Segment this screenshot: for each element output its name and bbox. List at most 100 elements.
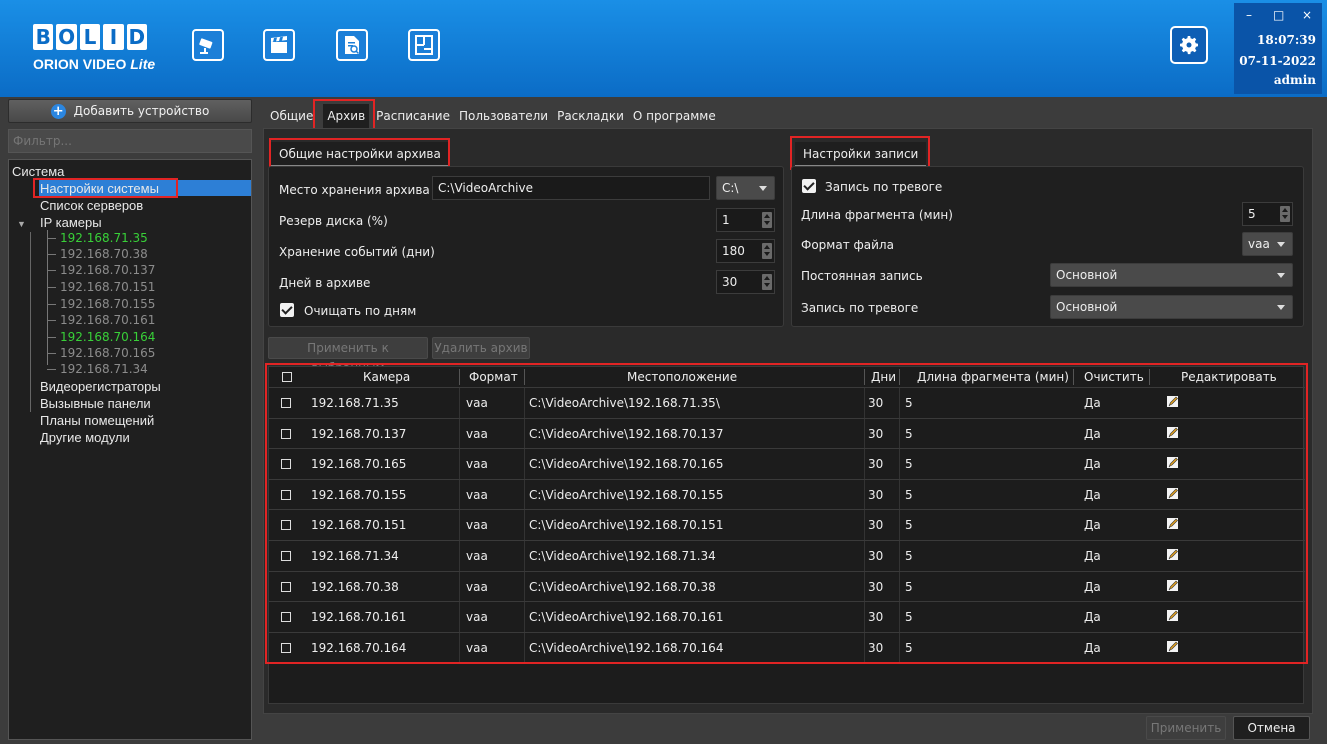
- storage-path-field[interactable]: C:\VideoArchive: [432, 176, 710, 200]
- cell-format: vaa: [466, 610, 488, 625]
- tree-camera-item[interactable]: 192.168.70.151: [60, 280, 155, 295]
- col-edit[interactable]: Редактировать: [1181, 370, 1277, 384]
- col-clean[interactable]: Очистить: [1084, 370, 1144, 384]
- delete-archive-button[interactable]: Удалить архив: [432, 337, 530, 359]
- column-separator: [524, 571, 525, 602]
- tree-camera-item[interactable]: 192.168.70.155: [60, 297, 155, 312]
- format-label: Формат файла: [801, 238, 894, 252]
- col-fragment[interactable]: Длина фрагмента (мин): [917, 370, 1069, 384]
- row-checkbox[interactable]: [281, 489, 291, 500]
- tab-archive[interactable]: Архив: [323, 104, 370, 128]
- spin-arrows-icon[interactable]: [762, 243, 772, 259]
- table-row[interactable]: 192.168.70.165 vaa C:\VideoArchive\192.168…: [269, 448, 1305, 480]
- layout-plan-icon[interactable]: [408, 29, 440, 61]
- edit-icon[interactable]: [1166, 394, 1180, 408]
- row-checkbox[interactable]: [281, 581, 291, 592]
- maximize-button[interactable]: □: [1273, 8, 1284, 22]
- spin-arrows-icon[interactable]: [762, 274, 772, 290]
- row-checkbox[interactable]: [281, 612, 291, 623]
- tree-camera-item[interactable]: 192.168.70.38: [60, 247, 148, 262]
- fragment-spinbox[interactable]: 5: [1242, 202, 1293, 226]
- tree-camera-item[interactable]: 192.168.70.165: [60, 346, 155, 361]
- edit-icon[interactable]: [1166, 608, 1180, 622]
- row-checkbox[interactable]: [281, 428, 291, 439]
- select-all-checkbox[interactable]: [282, 372, 292, 382]
- spin-arrows-icon[interactable]: [762, 212, 772, 228]
- table-row[interactable]: 192.168.70.164 vaa C:\VideoArchive\192.168…: [269, 631, 1305, 663]
- gear-icon[interactable]: [1170, 26, 1208, 64]
- column-separator: [864, 479, 865, 510]
- alarm-record-select[interactable]: Основной: [1050, 295, 1293, 319]
- edit-icon[interactable]: [1166, 486, 1180, 500]
- table-row[interactable]: 192.168.70.137 vaa C:\VideoArchive\192.168…: [269, 417, 1305, 449]
- tree-item-dvr[interactable]: Видеорегистраторы: [40, 379, 161, 394]
- tab-general[interactable]: Общие: [266, 104, 317, 128]
- row-checkbox[interactable]: [281, 520, 291, 531]
- tree-item-system[interactable]: Система: [12, 164, 64, 179]
- events-days-spinbox[interactable]: 180: [716, 239, 775, 263]
- tree-connector: [47, 230, 48, 365]
- column-separator: [899, 388, 900, 418]
- tree-camera-item[interactable]: 192.168.70.164: [60, 330, 155, 345]
- tree-connector: [47, 254, 56, 255]
- clapperboard-icon[interactable]: [263, 29, 295, 61]
- spin-arrows-icon[interactable]: [1280, 206, 1290, 222]
- tree-camera-item[interactable]: 192.168.71.34: [60, 362, 148, 377]
- tab-layouts[interactable]: Раскладки: [553, 104, 628, 128]
- apply-to-selected-button[interactable]: Применить к выбранным: [268, 337, 428, 375]
- tree-item-floor-plans[interactable]: Планы помещений: [40, 413, 154, 428]
- minimize-button[interactable]: –: [1246, 8, 1252, 22]
- cancel-button[interactable]: Отмена: [1233, 716, 1310, 740]
- reserve-spinbox[interactable]: 1: [716, 208, 775, 232]
- constant-record-select[interactable]: Основной: [1050, 263, 1293, 287]
- tree-camera-item[interactable]: 192.168.71.35: [60, 231, 148, 246]
- tree-item-server-list[interactable]: Список серверов: [40, 198, 143, 213]
- tab-schedule[interactable]: Расписание: [372, 104, 454, 128]
- collapse-arrow-icon[interactable]: ▼: [17, 217, 26, 232]
- col-camera[interactable]: Камера: [363, 370, 410, 384]
- add-device-button[interactable]: + Добавить устройство: [8, 99, 252, 123]
- column-separator: [524, 541, 525, 571]
- col-format[interactable]: Формат: [469, 370, 518, 384]
- tab-about[interactable]: О программе: [629, 104, 720, 128]
- row-checkbox[interactable]: [281, 642, 291, 653]
- table-row[interactable]: 192.168.71.35 vaa C:\VideoArchive\192.168.…: [269, 387, 1305, 418]
- camera-icon[interactable]: [192, 29, 224, 61]
- filter-input[interactable]: [8, 129, 252, 153]
- alarm-record-checkbox[interactable]: [802, 179, 816, 193]
- row-checkbox[interactable]: [281, 551, 291, 561]
- tree-item-system-settings[interactable]: Настройки системы: [40, 181, 159, 196]
- table-row[interactable]: 192.168.71.34 vaa C:\VideoArchive\192.168.…: [269, 540, 1305, 571]
- column-separator: [524, 602, 525, 633]
- edit-icon[interactable]: [1166, 425, 1180, 439]
- col-location[interactable]: Местоположение: [627, 370, 737, 384]
- edit-icon[interactable]: [1166, 639, 1180, 653]
- archive-days-spinbox[interactable]: 30: [716, 270, 775, 294]
- row-checkbox[interactable]: [281, 398, 291, 408]
- clean-by-days-checkbox[interactable]: [280, 303, 294, 317]
- edit-icon[interactable]: [1166, 578, 1180, 592]
- document-search-icon[interactable]: [336, 29, 368, 61]
- table-row[interactable]: 192.168.70.151 vaa C:\VideoArchive\192.168…: [269, 509, 1305, 541]
- close-button[interactable]: ×: [1302, 8, 1312, 22]
- col-days[interactable]: Дни: [871, 370, 896, 384]
- edit-icon[interactable]: [1166, 516, 1180, 530]
- tab-users[interactable]: Пользователи: [455, 104, 552, 128]
- apply-button[interactable]: Применить: [1146, 716, 1226, 740]
- tree-camera-item[interactable]: 192.168.70.137: [60, 263, 155, 278]
- edit-icon[interactable]: [1166, 455, 1180, 469]
- cell-location: C:\VideoArchive\192.168.70.137: [529, 426, 724, 441]
- tree-item-ip-cameras[interactable]: IP камеры: [40, 215, 102, 230]
- table-row[interactable]: 192.168.70.38 vaa C:\VideoArchive\192.168.…: [269, 570, 1305, 602]
- tree-connector: [47, 353, 56, 354]
- cell-clean: Да: [1084, 396, 1101, 410]
- edit-icon[interactable]: [1166, 547, 1180, 561]
- table-row[interactable]: 192.168.70.161 vaa C:\VideoArchive\192.168…: [269, 601, 1305, 633]
- tree-item-other-modules[interactable]: Другие модули: [40, 430, 130, 445]
- drive-select[interactable]: C:\: [716, 176, 775, 200]
- tree-camera-item[interactable]: 192.168.70.161: [60, 313, 155, 328]
- table-row[interactable]: 192.168.70.155 vaa C:\VideoArchive\192.168…: [269, 478, 1305, 510]
- tree-item-call-panels[interactable]: Вызывные панели: [40, 396, 151, 411]
- row-checkbox[interactable]: [281, 459, 291, 470]
- format-select[interactable]: vaa: [1242, 232, 1293, 256]
